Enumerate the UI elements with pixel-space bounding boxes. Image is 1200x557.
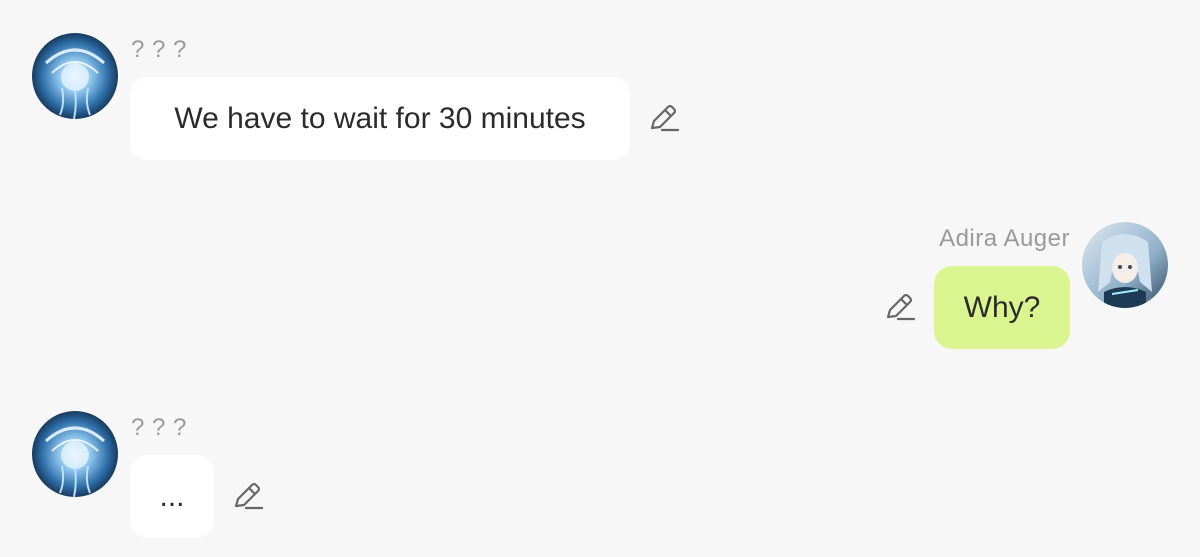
pencil-icon[interactable] — [646, 101, 680, 135]
sender-name: ? ? ? — [131, 36, 187, 63]
jellyfish-avatar-icon[interactable] — [32, 411, 118, 497]
sender-name: ? ? ? — [131, 414, 187, 441]
message-bubble[interactable]: Why? — [934, 266, 1070, 349]
pencil-icon[interactable] — [230, 479, 264, 513]
message-text: Why? — [963, 290, 1041, 324]
sender-name: Adira Auger — [939, 225, 1070, 252]
anime-girl-avatar-icon[interactable] — [1082, 222, 1168, 308]
jellyfish-avatar-icon[interactable] — [32, 33, 118, 119]
message-text: ... — [159, 479, 185, 513]
message-text: We have to wait for 30 minutes — [174, 101, 586, 135]
message-bubble[interactable]: We have to wait for 30 minutes — [130, 77, 630, 160]
message-bubble[interactable]: ... — [130, 455, 214, 538]
pencil-icon[interactable] — [882, 290, 916, 324]
